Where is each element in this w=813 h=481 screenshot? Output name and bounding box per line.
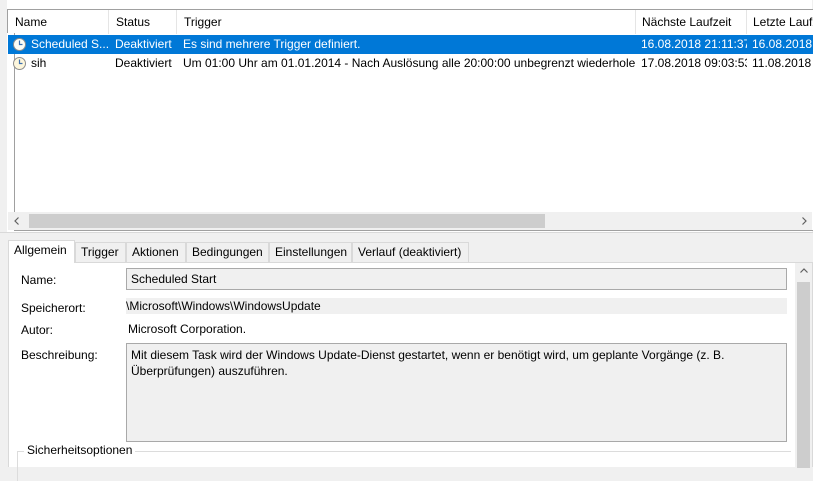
author-label: Autor: xyxy=(21,323,54,337)
location-field[interactable]: \Microsoft\Windows\WindowsUpdate xyxy=(126,298,787,314)
tab-bedingungen[interactable]: Bedingungen xyxy=(186,242,269,262)
scroll-right-arrow-icon[interactable] xyxy=(795,212,812,230)
column-header-status[interactable]: Status xyxy=(109,10,177,34)
column-header-next-run[interactable]: Nächste Laufzeit xyxy=(635,10,747,34)
name-field[interactable]: Scheduled Start xyxy=(126,268,787,290)
clock-icon xyxy=(13,57,26,70)
tab-allgemein[interactable]: Allgemein xyxy=(8,240,75,263)
task-row-scheduled-start[interactable]: Scheduled S... Deaktiviert Es sind mehre… xyxy=(8,35,813,54)
tab-einstellungen[interactable]: Einstellungen xyxy=(269,242,352,262)
vertical-scroll-thumb[interactable] xyxy=(797,282,810,468)
tab-verlauf[interactable]: Verlauf (deaktiviert) xyxy=(352,242,469,262)
security-options-title: Sicherheitsoptionen xyxy=(24,443,136,457)
task-trigger: Um 01:00 Uhr am 01.01.2014 - Nach Auslös… xyxy=(183,56,635,70)
column-header-last-run[interactable]: Letzte Laufz xyxy=(746,10,813,34)
vertical-scrollbar[interactable] xyxy=(795,263,812,468)
security-options-group: Sicherheitsoptionen xyxy=(17,443,791,481)
task-next-run: 17.08.2018 09:03:53 xyxy=(641,56,747,70)
general-tab-panel: Name: Scheduled Start Speicherort: \Micr… xyxy=(8,262,813,481)
name-label: Name: xyxy=(21,273,57,287)
clock-icon xyxy=(13,38,26,51)
task-next-run: 16.08.2018 21:11:37 xyxy=(641,37,747,51)
scroll-left-arrow-icon[interactable] xyxy=(8,212,25,230)
pane-splitter[interactable] xyxy=(0,232,813,237)
task-name: Scheduled S... xyxy=(31,37,109,51)
task-name: sih xyxy=(31,56,47,70)
author-field[interactable]: Microsoft Corporation. xyxy=(128,320,787,338)
description-field[interactable]: Mit diesem Task wird der Windows Update-… xyxy=(126,343,787,442)
task-status: Deaktiviert xyxy=(115,37,172,51)
column-header-name[interactable]: Name xyxy=(8,10,109,34)
task-row-sih[interactable]: sih Deaktiviert Um 01:00 Uhr am 01.01.20… xyxy=(8,54,813,73)
description-label: Beschreibung: xyxy=(21,348,98,362)
task-status: Deaktiviert xyxy=(115,56,172,70)
scroll-up-arrow-icon[interactable] xyxy=(795,263,812,280)
tab-trigger[interactable]: Trigger xyxy=(75,242,126,262)
horizontal-scrollbar[interactable] xyxy=(8,212,812,230)
task-last-run: 16.08.2018 1 xyxy=(752,37,813,51)
task-trigger: Es sind mehrere Trigger definiert. xyxy=(183,37,361,51)
task-list-header: Name Status Trigger Nächste Laufzeit Let… xyxy=(7,9,813,34)
task-last-run: 11.08.2018 1 xyxy=(752,56,813,70)
column-header-trigger[interactable]: Trigger xyxy=(177,10,636,34)
horizontal-scroll-thumb[interactable] xyxy=(29,214,545,228)
location-label: Speicherort: xyxy=(21,301,86,315)
tab-aktionen[interactable]: Aktionen xyxy=(126,242,186,262)
